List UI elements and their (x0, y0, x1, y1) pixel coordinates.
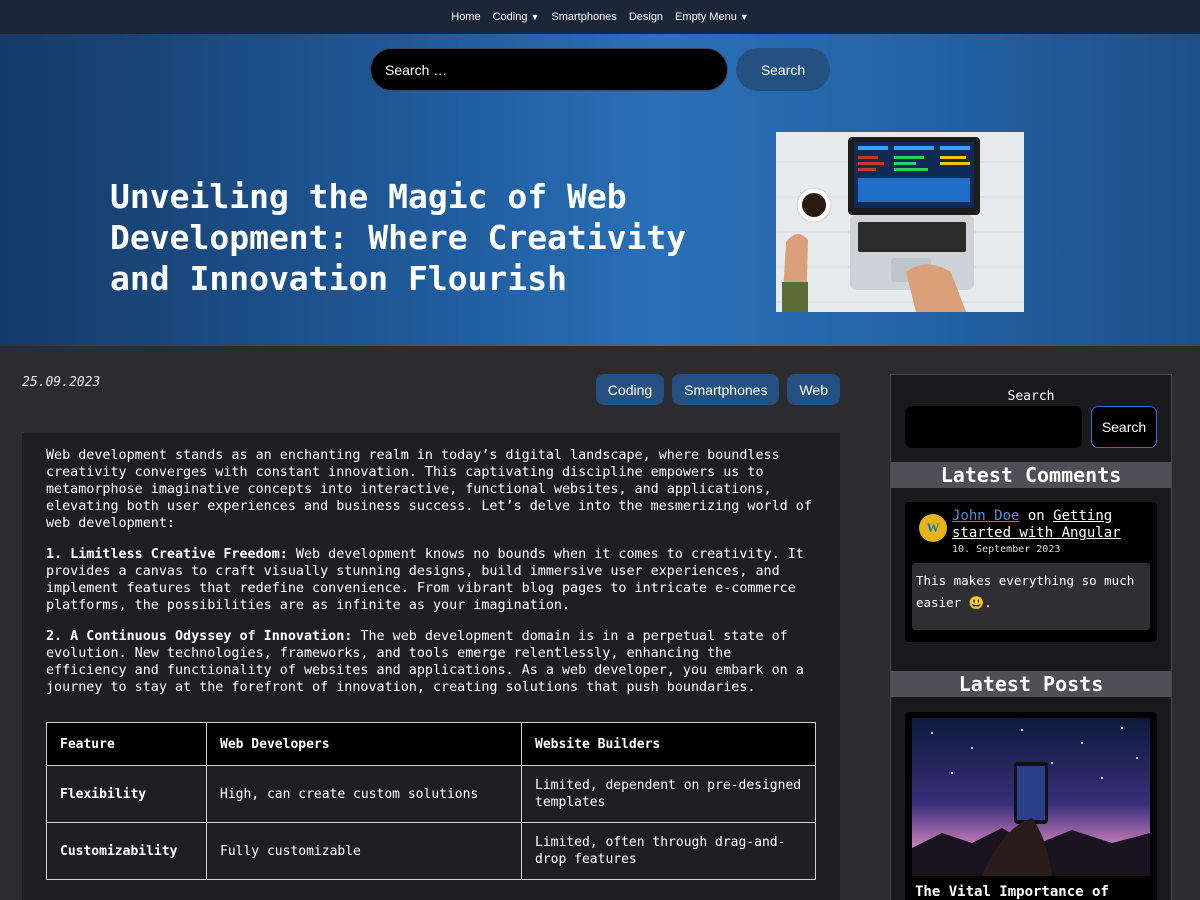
comment-author-link[interactable]: John Doe (952, 508, 1019, 524)
sidebar-search-button[interactable]: Search (1091, 406, 1157, 448)
post-date: 25.09.2023 (22, 375, 101, 390)
table-cell: High, can create custom solutions (206, 765, 522, 823)
comment-on-text: on (1027, 508, 1045, 524)
table-header: Web Developers (206, 722, 522, 766)
nav-item-home[interactable]: Home (451, 11, 480, 23)
night-sky-phone-illustration (912, 718, 1150, 876)
table-cell: Limited, often through drag-and-drop fea… (521, 822, 816, 880)
latest-post-card[interactable]: The Vital Importance of (905, 712, 1157, 900)
comparison-table: Feature Web Developers Website Builders … (46, 722, 816, 880)
point-heading: 1. Limitless Creative Freedom: (46, 547, 288, 562)
latest-posts-heading: Latest Posts (891, 671, 1171, 697)
comment-text: This makes everything so much easier 😃. (912, 563, 1150, 630)
article-intro: Web development stands as an enchanting … (46, 448, 812, 531)
tag-coding[interactable]: Coding (595, 374, 665, 405)
nav-item-empty-menu[interactable]: Empty Menu ▼ (675, 11, 749, 23)
sidebar: Search Search Latest Comments W John Doe… (890, 374, 1172, 900)
top-navigation: Home Coding ▼ Smartphones Design Empty Me… (0, 0, 1200, 34)
point-heading: 2. A Continuous Odyssey of Innovation: (46, 629, 353, 644)
latest-post-title: The Vital Importance of (915, 884, 1109, 900)
sidebar-search-input[interactable] (905, 406, 1082, 448)
nav-item-design[interactable]: Design (629, 11, 663, 23)
table-row: Customizability Fully customizable Limit… (46, 822, 816, 880)
header-search-bar: Search … Search (0, 48, 1200, 91)
nav-item-label: Home (451, 11, 481, 23)
sidebar-search-label: Search (1007, 389, 1055, 404)
nav-item-label: Smartphones (551, 11, 617, 23)
article-point: 1. Limitless Creative Freedom: Web devel… (46, 546, 816, 614)
article-body: Web development stands as an enchanting … (22, 433, 840, 900)
nav-item-label: Coding (492, 11, 528, 23)
table-cell: Limited, dependent on pre-designed templ… (521, 765, 816, 823)
nav-item-smartphones[interactable]: Smartphones (551, 11, 616, 23)
table-header-row: Feature Web Developers Website Builders (46, 722, 816, 766)
tag-web[interactable]: Web (787, 374, 840, 405)
comment-card: W John Doe on Getting started with Angul… (905, 502, 1157, 642)
table-cell: Customizability (46, 822, 207, 880)
table-cell: Flexibility (46, 765, 207, 823)
search-placeholder: Search … (385, 61, 448, 78)
hero-laptop-image (776, 132, 1024, 312)
caret-down-icon: ▼ (739, 12, 749, 22)
avatar: W (919, 514, 947, 542)
latest-post-image (912, 718, 1150, 876)
table-row: Flexibility High, can create custom solu… (46, 765, 816, 823)
main-content: 25.09.2023 Coding Smartphones Web Web de… (0, 346, 1200, 900)
caret-down-icon: ▼ (530, 12, 540, 22)
post-tags: Coding Smartphones Web (595, 374, 840, 405)
header-search-button[interactable]: Search (736, 48, 830, 91)
nav-item-label: Design (628, 11, 664, 23)
laptop-coffee-illustration (776, 132, 1024, 312)
table-header: Website Builders (521, 722, 816, 766)
comment-date: 10. September 2023 (952, 544, 1061, 555)
hero-banner: Search … Search Unveiling the Magic of W… (0, 34, 1200, 346)
table-header: Feature (46, 722, 207, 766)
nav-item-label: Empty Menu (675, 11, 737, 23)
latest-comments-heading: Latest Comments (891, 462, 1171, 488)
table-cell: Fully customizable (206, 822, 522, 880)
nav-item-coding[interactable]: Coding ▼ (493, 11, 540, 23)
tag-smartphones[interactable]: Smartphones (672, 374, 780, 405)
page-title: Unveiling the Magic of Web Development: … (110, 177, 687, 298)
comment-header: John Doe on Getting started with Angular (952, 508, 1152, 542)
article-point: 2. A Continuous Odyssey of Innovation: T… (46, 628, 816, 696)
header-search-input[interactable]: Search … (370, 48, 728, 91)
